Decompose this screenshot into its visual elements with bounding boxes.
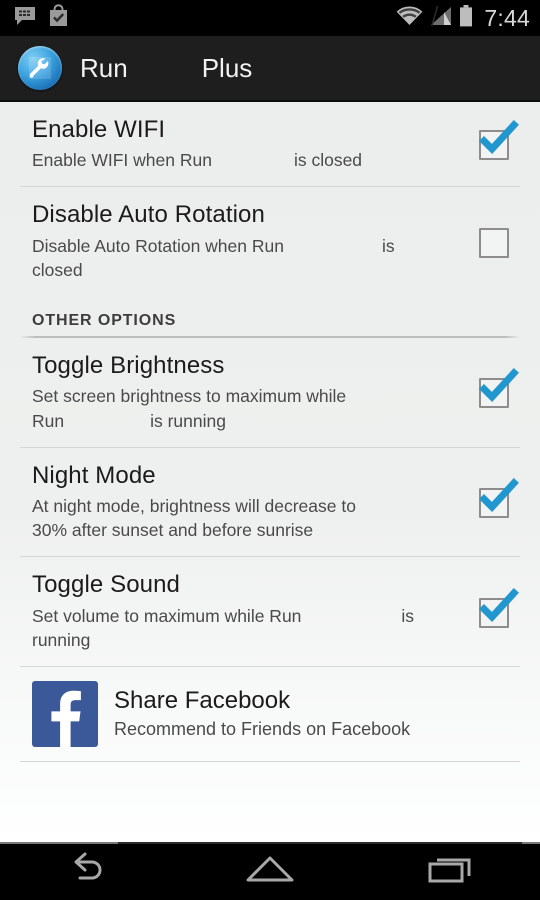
setting-title: Disable Auto Rotation	[32, 201, 265, 229]
settings-list[interactable]: Enable WIFI Enable WIFI when Run is close…	[0, 102, 540, 842]
setting-text-toggle-brightness: Toggle Brightness Set screen brightness …	[32, 352, 466, 433]
back-button[interactable]	[0, 842, 180, 900]
app-wrench-icon[interactable]	[18, 46, 62, 90]
setting-row-disable-auto-rotation[interactable]: Disable Auto Rotation Disable Auto Rotat…	[0, 187, 540, 296]
status-bar-clock: 7:44	[484, 4, 530, 31]
wifi-icon	[396, 5, 423, 31]
setting-subtitle: Disable Auto Rotation when Run is closed	[32, 234, 456, 282]
recents-button[interactable]	[360, 842, 540, 900]
status-bar: 7:44	[0, 0, 540, 36]
recents-icon	[424, 852, 476, 891]
setting-title: Toggle Brightness	[32, 352, 225, 380]
setting-text-disable-auto-rotation: Disable Auto Rotation Disable Auto Rotat…	[32, 201, 466, 282]
action-bar: Run Plus	[0, 36, 540, 102]
setting-title: Enable WIFI	[32, 116, 166, 143]
checkbox-wrap-night-mode[interactable]	[466, 477, 522, 518]
section-header-other-options: OTHER OPTIONS	[32, 312, 177, 330]
checkbox-wrap-disable-auto-rotation[interactable]	[466, 226, 522, 258]
setting-subtitle-before: Set volume to maximum while Run	[32, 605, 302, 626]
checkbox-wrap-enable-wifi[interactable]	[466, 120, 522, 161]
list-empty-space	[0, 762, 540, 842]
android-screen: 7:44 Run Plus Enable WIFI Enable WIFI wh…	[0, 0, 540, 900]
share-facebook-title: Share Facebook	[114, 687, 291, 715]
battery-icon	[459, 4, 473, 32]
facebook-icon	[32, 680, 98, 747]
navigation-bar	[0, 842, 540, 900]
checkbox-wrap-toggle-sound[interactable]	[466, 587, 522, 628]
bbm-message-icon	[14, 6, 36, 31]
back-icon	[64, 852, 116, 891]
setting-subtitle-after: is closed	[293, 150, 363, 171]
setting-subtitle: At night mode, brightness will decrease …	[32, 495, 356, 541]
setting-title: Night Mode	[32, 461, 156, 489]
home-button[interactable]	[180, 842, 360, 900]
checkbox-toggle-sound[interactable]	[479, 587, 519, 628]
setting-row-toggle-sound[interactable]: Toggle Sound Set volume to maximum while…	[0, 557, 540, 666]
setting-row-enable-wifi[interactable]: Enable WIFI Enable WIFI when Run is close…	[0, 102, 540, 186]
checkbox-enable-wifi[interactable]	[479, 120, 519, 161]
setting-subtitle: Enable WIFI when Run is closed	[32, 148, 456, 172]
page-title-part-two: Plus	[201, 52, 253, 83]
setting-text-toggle-sound: Toggle Sound Set volume to maximum while…	[32, 571, 466, 652]
setting-text-enable-wifi: Enable WIFI Enable WIFI when Run is close…	[32, 116, 466, 172]
share-facebook-row[interactable]: Share Facebook Recommend to Friends on F…	[0, 667, 540, 761]
cellular-signal-icon	[430, 5, 452, 31]
home-icon	[242, 852, 298, 891]
share-facebook-subtitle: Recommend to Friends on Facebook	[114, 719, 411, 740]
status-bar-left-icons	[14, 4, 69, 32]
setting-subtitle-after: is running	[150, 410, 226, 431]
navigation-bar-edge-right	[522, 842, 540, 844]
setting-subtitle: Set screen brightness to maximum while R…	[32, 384, 456, 432]
checkbox-disable-auto-rotation[interactable]	[479, 227, 509, 258]
checkbox-toggle-brightness[interactable]	[479, 368, 519, 409]
setting-row-night-mode[interactable]: Night Mode At night mode, brightness wil…	[0, 448, 540, 557]
setting-text-night-mode: Night Mode At night mode, brightness wil…	[32, 462, 466, 543]
page-title: Run Plus	[80, 53, 252, 84]
share-facebook-text: Share Facebook Recommend to Friends on F…	[114, 687, 410, 740]
checkbox-wrap-toggle-brightness[interactable]	[466, 368, 522, 409]
checkbox-night-mode[interactable]	[479, 477, 519, 518]
status-bar-right-icons: 7:44	[396, 4, 530, 32]
page-title-part-one: Run	[80, 52, 128, 83]
setting-subtitle-before: Disable Auto Rotation when Run	[32, 235, 284, 256]
setting-subtitle-before: Enable WIFI when Run	[32, 150, 212, 171]
navigation-bar-edge-left	[0, 842, 118, 844]
setting-row-toggle-brightness[interactable]: Toggle Brightness Set screen brightness …	[0, 338, 540, 447]
setting-title: Toggle Sound	[32, 571, 180, 599]
play-store-bag-icon	[48, 4, 69, 32]
setting-subtitle: Set volume to maximum while Run is runnin…	[32, 604, 456, 652]
